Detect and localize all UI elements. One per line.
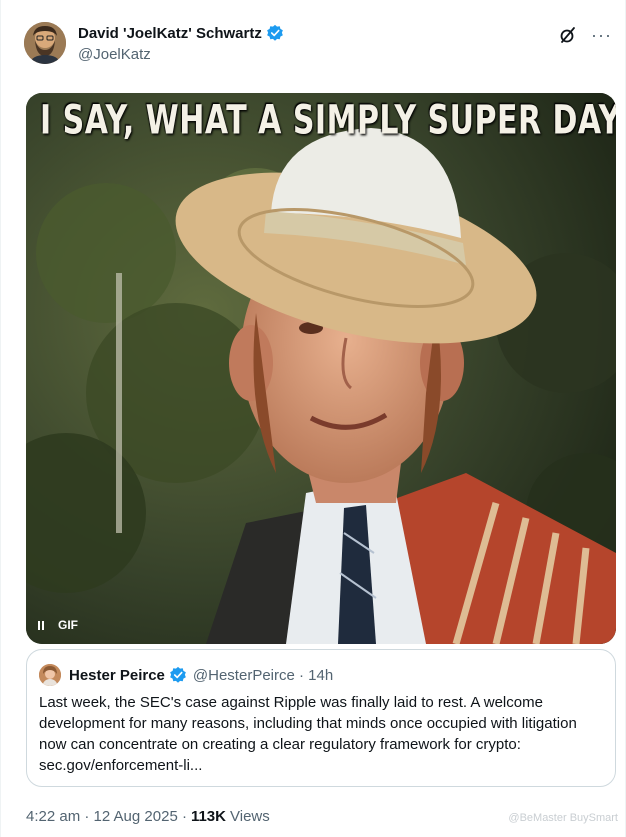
grok-icon[interactable] [559, 26, 577, 44]
author-avatar[interactable] [24, 22, 66, 64]
quoted-author-name[interactable]: Hester Peirce [69, 667, 165, 684]
tweet-timestamp[interactable]: 4:22 am · 12 Aug 2025 · [26, 808, 187, 825]
avatar-bearded-man-icon [24, 22, 66, 64]
quoted-tweet-header: Hester Peirce @HesterPeirce · 14h [39, 664, 333, 686]
author-handle[interactable]: @JoelKatz [78, 46, 151, 63]
quoted-tweet-text: Last week, the SEC's case against Ripple… [39, 694, 577, 774]
tweet-header: David 'JoelKatz' Schwartz @JoelKatz ··· [24, 22, 612, 66]
verified-badge-icon[interactable] [266, 24, 284, 42]
pause-icon[interactable] [38, 620, 44, 630]
gif-badge: GIF [58, 618, 78, 632]
quoted-author-avatar[interactable] [39, 664, 61, 686]
quoted-verified-badge-icon [169, 666, 187, 684]
watermark-text: @BeMaster BuySmart [508, 812, 618, 824]
more-icon[interactable]: ··· [591, 26, 612, 44]
avatar-woman-icon [39, 664, 61, 686]
views-label: Views [230, 808, 270, 825]
gif-frame-image [26, 93, 616, 644]
watermark: @BeMaster BuySmart [508, 812, 618, 824]
tweet-meta: 4:22 am · 12 Aug 2025 · 113K Views [26, 808, 270, 825]
views-count: 113K [190, 808, 226, 825]
gif-caption-text: I SAY, WHAT A SIMPLY SUPER DAY! [40, 97, 616, 145]
header-actions: ··· [559, 26, 612, 44]
author-display-name[interactable]: David 'JoelKatz' Schwartz [78, 25, 262, 42]
quoted-author-handle-time[interactable]: @HesterPeirce · 14h [193, 667, 333, 684]
quoted-tweet[interactable]: Hester Peirce @HesterPeirce · 14h Last w… [26, 649, 616, 787]
gif-controls: GIF [38, 618, 78, 632]
tweet-gif-media[interactable]: I SAY, WHAT A SIMPLY SUPER DAY! GIF [26, 93, 616, 644]
author-name-row: David 'JoelKatz' Schwartz [78, 24, 284, 42]
